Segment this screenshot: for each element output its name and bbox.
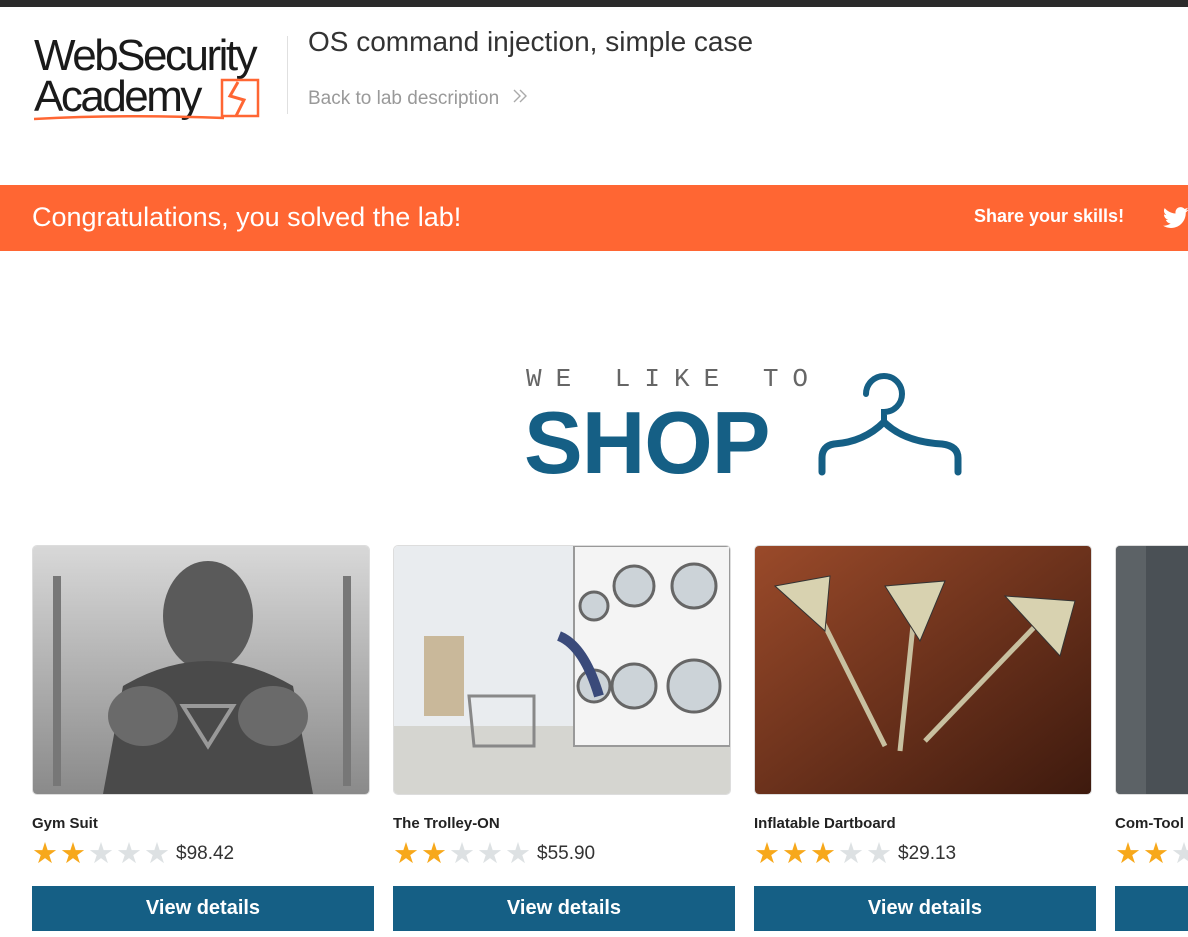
view-details-button[interactable]: View details bbox=[754, 886, 1096, 931]
star-icon: ★ bbox=[60, 837, 86, 870]
star-icon: ★ bbox=[782, 837, 808, 870]
product-rating: ★ ★ ★ bbox=[1115, 839, 1188, 869]
star-icon: ★ bbox=[754, 837, 780, 870]
back-link-label: Back to lab description bbox=[308, 88, 500, 109]
twitter-icon[interactable] bbox=[1163, 207, 1188, 229]
shop-word: SHOP bbox=[524, 393, 770, 492]
product-card-gym-suit: Gym Suit ★ ★ ★ ★ ★ $98.42 View details bbox=[32, 545, 374, 931]
star-icon: ★ bbox=[144, 837, 170, 870]
header-divider bbox=[287, 36, 288, 114]
star-icon: ★ bbox=[1143, 837, 1169, 870]
product-name: Com-Tool bbox=[1115, 815, 1184, 832]
product-card-trolley-on: The Trolley-ON ★ ★ ★ ★ ★ $55.90 View det… bbox=[393, 545, 735, 931]
shop-tagline: WE LIKE TO bbox=[526, 364, 823, 394]
product-price: $29.13 bbox=[898, 843, 957, 864]
hanger-icon bbox=[818, 373, 962, 476]
product-image[interactable] bbox=[1115, 545, 1188, 795]
chevrons-right-icon bbox=[512, 88, 528, 109]
product-image[interactable] bbox=[754, 545, 1092, 795]
product-rating: ★ ★ ★ ★ ★ $55.90 bbox=[393, 839, 735, 869]
product-price: $55.90 bbox=[537, 843, 596, 864]
star-icon: ★ bbox=[1115, 837, 1141, 870]
solved-banner: Congratulations, you solved the lab! Sha… bbox=[0, 185, 1188, 251]
star-icon: ★ bbox=[421, 837, 447, 870]
product-image[interactable] bbox=[32, 545, 370, 795]
product-image[interactable] bbox=[393, 545, 731, 795]
star-icon: ★ bbox=[449, 837, 475, 870]
star-icon: ★ bbox=[32, 837, 58, 870]
share-skills-label[interactable]: Share your skills! bbox=[974, 206, 1124, 227]
web-security-academy-logo[interactable]: WebSecurity Academy bbox=[34, 30, 284, 126]
star-icon: ★ bbox=[866, 837, 892, 870]
product-price: $98.42 bbox=[176, 843, 235, 864]
we-like-to-shop-logo: WE LIKE TO SHOP bbox=[524, 362, 974, 492]
star-icon: ★ bbox=[810, 837, 836, 870]
star-icon: ★ bbox=[838, 837, 864, 870]
star-icon: ★ bbox=[477, 837, 503, 870]
star-icon: ★ bbox=[88, 837, 114, 870]
product-name: Gym Suit bbox=[32, 815, 98, 832]
lab-title: OS command injection, simple case bbox=[308, 26, 754, 57]
product-name: The Trolley-ON bbox=[393, 815, 500, 832]
top-bar bbox=[0, 0, 1188, 7]
star-icon: ★ bbox=[116, 837, 142, 870]
product-rating: ★ ★ ★ ★ ★ $29.13 bbox=[754, 839, 1096, 869]
product-card-inflatable-dartboard: Inflatable Dartboard ★ ★ ★ ★ ★ $29.13 Vi… bbox=[754, 545, 1096, 931]
solved-message: Congratulations, you solved the lab! bbox=[32, 202, 462, 232]
star-icon: ★ bbox=[393, 837, 419, 870]
star-icon: ★ bbox=[1171, 837, 1188, 870]
view-details-button[interactable]: View details bbox=[393, 886, 735, 931]
star-icon: ★ bbox=[505, 837, 531, 870]
view-details-button[interactable] bbox=[1115, 886, 1188, 931]
back-to-lab-description-link[interactable]: Back to lab description bbox=[308, 88, 528, 110]
product-name: Inflatable Dartboard bbox=[754, 815, 896, 832]
product-card-com-tool: Com-Tool ★ ★ ★ bbox=[1115, 545, 1188, 937]
logo-bolt-icon bbox=[34, 78, 260, 121]
product-rating: ★ ★ ★ ★ ★ $98.42 bbox=[32, 839, 374, 869]
view-details-button[interactable]: View details bbox=[32, 886, 374, 931]
